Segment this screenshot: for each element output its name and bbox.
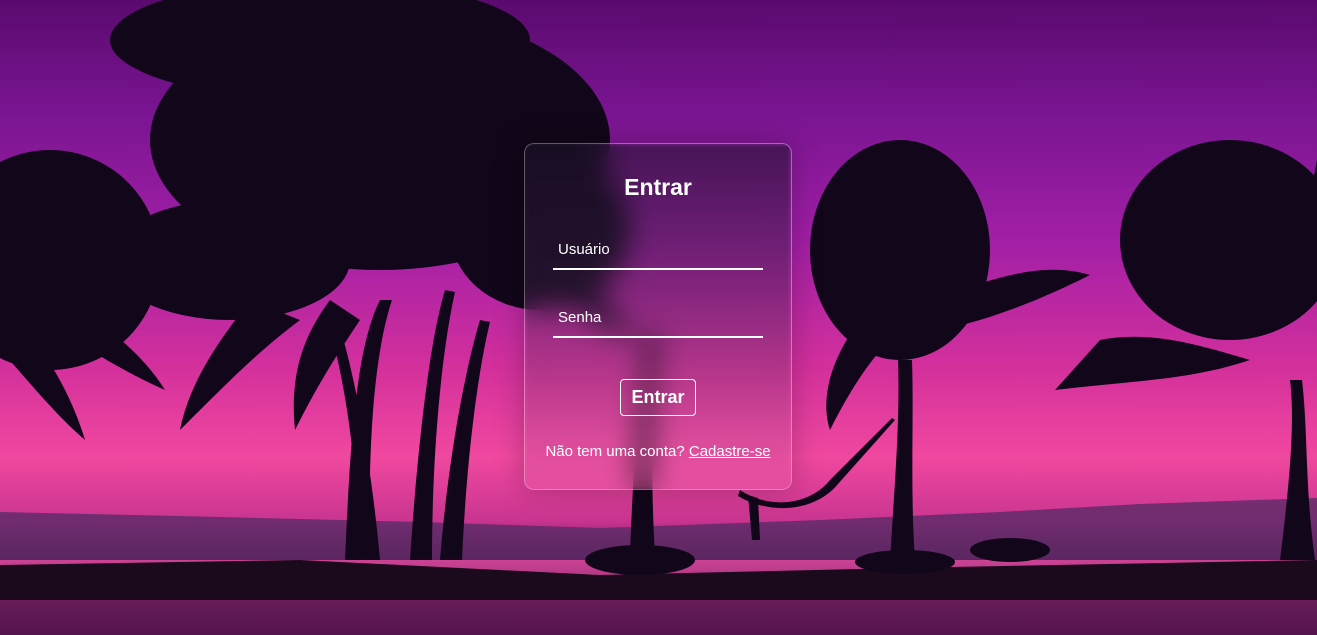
password-field-wrapper [553, 298, 763, 338]
login-title: Entrar [624, 174, 692, 200]
username-input[interactable] [553, 230, 763, 270]
login-form: Entrar Entrar Não tem uma conta? Cadastr… [525, 144, 791, 460]
signup-link[interactable]: Cadastre-se [689, 443, 771, 460]
password-input[interactable] [553, 298, 763, 338]
username-field-wrapper [553, 230, 763, 270]
login-submit-button[interactable]: Entrar [620, 379, 696, 416]
signup-prompt: Não tem uma conta? [545, 443, 689, 460]
login-card: Entrar Entrar Não tem uma conta? Cadastr… [524, 143, 792, 490]
signup-row: Não tem uma conta? Cadastre-se [525, 443, 791, 460]
background-scene: Entrar Entrar Não tem uma conta? Cadastr… [0, 0, 1317, 635]
